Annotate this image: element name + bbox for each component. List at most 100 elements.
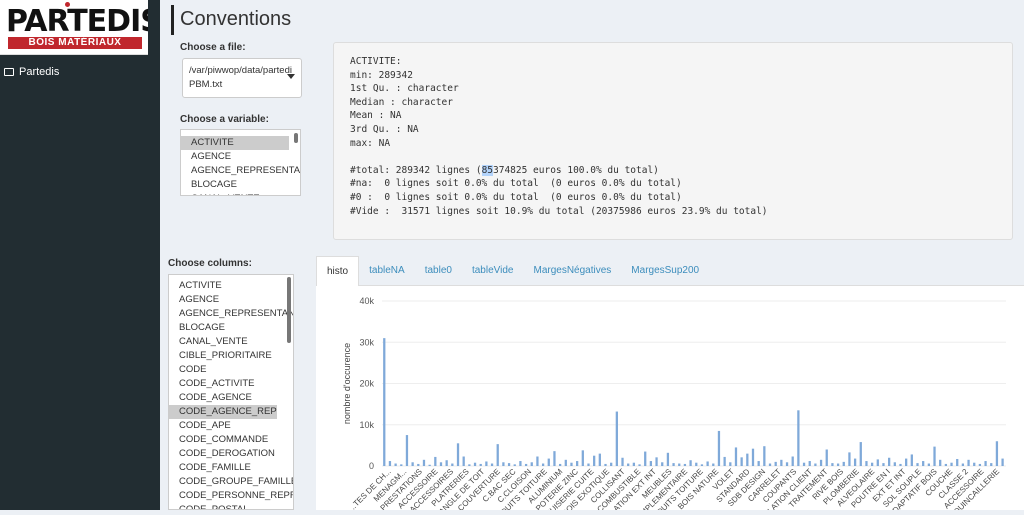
histogram-bar bbox=[717, 430, 721, 466]
histogram-bar bbox=[723, 456, 726, 466]
histogram-bar bbox=[553, 451, 556, 466]
tab-margesn-gatives[interactable]: MargesNégatives bbox=[523, 256, 621, 286]
columns-option[interactable]: CODE_PERSONNE_REPRESENTANT bbox=[169, 489, 293, 503]
histogram-bar bbox=[695, 462, 698, 466]
y-tick-label: 20k bbox=[359, 379, 374, 389]
y-tick-label: 30k bbox=[359, 337, 374, 347]
columns-option[interactable]: AGENCE bbox=[169, 293, 293, 307]
sidebar-toggle[interactable] bbox=[171, 5, 174, 35]
histogram-bar bbox=[831, 463, 834, 466]
histogram-bar bbox=[547, 458, 550, 466]
histogram-bar bbox=[445, 460, 448, 466]
histogram-plot[interactable]: 0 10k 20k 30k 40k nombre d'occurence ...TES DE… bbox=[316, 286, 1024, 515]
sidebar-item-partedis[interactable]: Partedis bbox=[0, 62, 160, 82]
tab-tablena[interactable]: tableNA bbox=[359, 256, 415, 286]
histogram-svg: 010k20k30k40knombre d'occurence...TES DE… bbox=[342, 296, 1006, 515]
histogram-bar bbox=[859, 442, 862, 466]
histogram-bar bbox=[712, 463, 715, 466]
y-tick-label: 0 bbox=[369, 461, 374, 471]
histogram-bar bbox=[678, 463, 681, 466]
columns-scrollbar[interactable] bbox=[287, 277, 291, 343]
histogram-bar bbox=[604, 463, 607, 466]
summary-line: #na: 0 lignes soit 0.0% du total (0 euro… bbox=[350, 178, 682, 190]
logo-divider bbox=[148, 0, 160, 55]
columns-option[interactable]: CODE_GROUPE_FAMILLE bbox=[169, 475, 293, 489]
histogram-bar bbox=[507, 463, 511, 466]
columns-option[interactable]: CODE_AGENCE bbox=[169, 391, 293, 405]
histogram-bar bbox=[632, 462, 636, 466]
histogram-bar bbox=[479, 463, 482, 466]
histogram-bar bbox=[706, 461, 709, 466]
columns-option[interactable]: CIBLE_PRIORITAIRE bbox=[169, 349, 293, 363]
columns-option[interactable]: CODE_AGENCE_REPRESENTANT bbox=[169, 405, 277, 419]
variable-listbox[interactable]: ACTIVITEAGENCEAGENCE_REPRESENTANTBLOCAGE… bbox=[180, 129, 301, 196]
columns-option[interactable]: CODE_POSTAL bbox=[169, 503, 293, 509]
histogram-bar bbox=[984, 461, 987, 466]
variable-scrollbar[interactable] bbox=[294, 133, 298, 143]
histogram-bar bbox=[780, 459, 783, 466]
histogram-bar bbox=[638, 464, 641, 466]
tab-table0[interactable]: table0 bbox=[415, 256, 462, 286]
summary-line: ACTIVITE: bbox=[350, 56, 402, 67]
columns-option[interactable]: CANAL_VENTE bbox=[169, 335, 293, 349]
variable-option[interactable]: AGENCE_REPRESENTANT bbox=[181, 164, 300, 178]
text-selection: 85 bbox=[481, 164, 494, 176]
columns-option[interactable]: BLOCAGE bbox=[169, 321, 293, 335]
columns-option[interactable]: CODE bbox=[169, 363, 293, 377]
histogram-bar bbox=[1001, 458, 1004, 466]
histogram-bar bbox=[593, 455, 596, 466]
variable-option[interactable]: CANAL_VENTE bbox=[181, 192, 300, 195]
columns-option[interactable]: ACTIVITE bbox=[169, 279, 293, 293]
histogram-bar bbox=[473, 462, 477, 466]
histogram-bar bbox=[587, 463, 590, 466]
chevron-down-icon bbox=[287, 74, 295, 79]
columns-option[interactable]: CODE_COMMANDE bbox=[169, 433, 293, 447]
histogram-bar bbox=[439, 462, 443, 466]
variable-option[interactable]: BLOCAGE bbox=[181, 178, 300, 192]
histogram-bar bbox=[541, 463, 545, 466]
columns-option[interactable]: AGENCE_REPRESENTANT bbox=[169, 307, 293, 321]
summary-line: Mean : NA bbox=[350, 110, 402, 122]
histogram-bar bbox=[933, 446, 936, 466]
columns-option[interactable]: CODE_APE bbox=[169, 419, 293, 433]
histogram-bar bbox=[513, 464, 516, 466]
file-value-line1: /var/piwwop/data/partedi bbox=[189, 65, 292, 76]
summary-line: #Vide : 31571 lignes soit 10.9% du total… bbox=[350, 205, 768, 217]
histogram-bar bbox=[672, 463, 675, 466]
columns-option[interactable]: CODE_FAMILLE bbox=[169, 461, 293, 475]
logo[interactable]: PARTEDIS BOIS MATÉRIAUX bbox=[0, 0, 162, 55]
histogram-bar bbox=[865, 461, 868, 466]
histogram-bar bbox=[490, 463, 494, 466]
histogram-bar bbox=[751, 448, 755, 466]
histogram-bar bbox=[615, 411, 618, 466]
histogram-bar bbox=[876, 459, 879, 466]
histogram-bar bbox=[763, 446, 766, 466]
columns-listbox[interactable]: ACTIVITE AGENCE AGENCE_REPRESENTANT BLOCAGE… bbox=[168, 274, 294, 510]
columns-option[interactable]: CODE_ACTIVITE bbox=[169, 377, 293, 391]
sidebar-item-label: Partedis bbox=[19, 66, 60, 78]
logo-name: PARTEDIS bbox=[6, 4, 162, 39]
file-select[interactable]: /var/piwwop/data/partedi PBM.txt bbox=[182, 58, 302, 98]
histogram-bar bbox=[496, 444, 499, 466]
histogram-bar bbox=[978, 463, 982, 466]
summary-text: ACTIVITE: min: 289342 1st Qu. : characte… bbox=[350, 55, 768, 218]
histogram-bar bbox=[570, 462, 573, 466]
histogram-bar bbox=[683, 463, 687, 466]
histogram-bar bbox=[853, 458, 857, 466]
tab-margessup200[interactable]: MargesSup200 bbox=[621, 256, 709, 286]
columns-option[interactable]: CODE_DEROGATION bbox=[169, 447, 293, 461]
tab-histo[interactable]: histo bbox=[316, 256, 360, 286]
histogram-bar bbox=[462, 456, 465, 466]
summary-line: #total: 289342 lignes (85374825 euros 10… bbox=[350, 164, 659, 176]
histogram-bar bbox=[990, 463, 993, 466]
histogram-bar bbox=[434, 456, 437, 466]
variable-option[interactable]: ACTIVITE bbox=[181, 136, 289, 150]
histogram-bar bbox=[394, 463, 397, 466]
histogram-bar bbox=[995, 441, 999, 466]
histogram-bar bbox=[797, 410, 800, 466]
histogram-bar bbox=[558, 463, 562, 466]
y-axis-label: nombre d'occurence bbox=[342, 343, 352, 424]
tab-tablevide[interactable]: tableVide bbox=[462, 256, 524, 286]
variable-option[interactable]: AGENCE bbox=[181, 150, 300, 164]
histogram-bar bbox=[882, 463, 885, 466]
